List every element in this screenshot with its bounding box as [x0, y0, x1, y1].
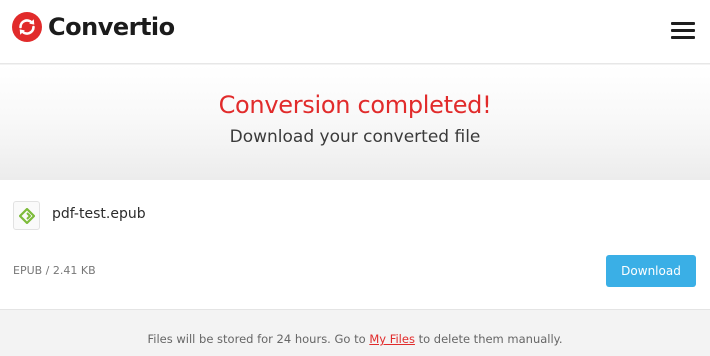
top-navbar: Convertio	[0, 0, 710, 64]
file-name: pdf-test.epub	[52, 206, 146, 222]
converted-file-card	[0, 180, 710, 310]
epub-file-icon	[13, 201, 40, 230]
storage-notice-text-after: to delete them manually.	[414, 332, 563, 346]
menu-line	[671, 29, 695, 32]
convertio-logo-icon	[12, 12, 42, 42]
brand-name: Convertio	[48, 13, 175, 41]
conversion-completed-heading: Conversion completed!	[218, 91, 492, 119]
hamburger-menu-icon[interactable]	[669, 20, 697, 42]
download-button[interactable]: Download	[606, 255, 696, 287]
menu-line	[671, 22, 695, 25]
conversion-subtitle: Download your converted file	[229, 127, 481, 147]
file-format-size: EPUB / 2.41 KB	[13, 264, 96, 277]
conversion-status-banner: Conversion completed! Download your conv…	[0, 65, 710, 180]
storage-notice: Files will be stored for 24 hours. Go to…	[0, 332, 710, 346]
my-files-link[interactable]: My Files	[369, 332, 415, 346]
brand-logo-link[interactable]: Convertio	[12, 12, 175, 42]
menu-line	[671, 36, 695, 39]
storage-notice-text-before: Files will be stored for 24 hours. Go to	[147, 332, 370, 346]
